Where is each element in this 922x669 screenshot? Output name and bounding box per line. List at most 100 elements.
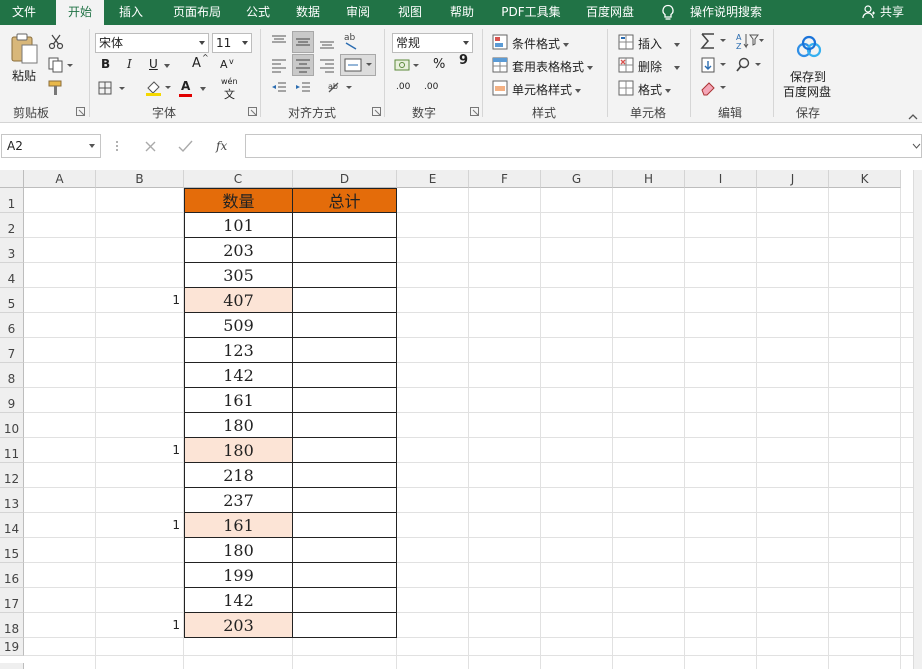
fill-color-icon[interactable] (145, 80, 173, 96)
total-cell[interactable] (292, 562, 397, 588)
quantity-cell[interactable]: 101 (184, 212, 293, 238)
tab-pdf-tools[interactable]: PDF工具集 (494, 0, 568, 25)
quantity-cell[interactable]: 180 (184, 437, 293, 463)
font-size-combo[interactable]: 11 (212, 33, 252, 53)
total-cell[interactable] (292, 237, 397, 263)
column-header[interactable]: F (469, 170, 541, 188)
font-color-dropdown-arrow[interactable] (200, 87, 206, 91)
cut-icon[interactable] (48, 34, 64, 50)
column-header[interactable]: D (293, 170, 397, 188)
total-cell[interactable] (292, 262, 397, 288)
format-cells-button[interactable]: 格式 (638, 81, 672, 98)
quantity-cell[interactable]: 161 (184, 387, 293, 413)
borders-icon[interactable] (98, 81, 128, 95)
paste-icon[interactable] (10, 33, 40, 65)
increase-indent-icon[interactable] (294, 80, 312, 96)
row-header[interactable]: 14 (0, 513, 24, 538)
row-header[interactable]: 20 (0, 663, 24, 669)
number-launcher-icon[interactable] (470, 107, 479, 116)
tab-baidu-netdisk[interactable]: 百度网盘 (578, 0, 642, 25)
text-direction-icon[interactable]: ab (326, 80, 356, 96)
vertical-scrollbar[interactable] (913, 170, 922, 669)
quantity-cell[interactable]: 305 (184, 262, 293, 288)
alignment-launcher-icon[interactable] (372, 107, 381, 116)
tell-me-search[interactable]: 操作说明搜索 (684, 0, 768, 25)
quantity-cell[interactable]: 142 (184, 587, 293, 613)
quantity-cell[interactable]: 203 (184, 237, 293, 263)
row-header[interactable]: 8 (0, 363, 24, 388)
clear-icon[interactable] (700, 80, 730, 96)
column-header[interactable]: I (685, 170, 757, 188)
worksheet-grid[interactable]: ABCDEFGHIJK 1 2 3 4 5 6 7 8 9 10 11 12 13 14 15 16 17 18 1… (0, 170, 922, 669)
align-top-icon[interactable] (270, 34, 288, 50)
total-cell[interactable] (292, 387, 397, 413)
name-box[interactable]: A2 (1, 134, 101, 158)
quantity-cell[interactable]: 180 (184, 412, 293, 438)
quantity-cell[interactable]: 199 (184, 562, 293, 588)
italic-button[interactable]: I (127, 57, 132, 71)
column-header[interactable]: G (541, 170, 613, 188)
underline-button[interactable]: U (149, 57, 158, 71)
row-header[interactable]: 15 (0, 538, 24, 563)
row-header[interactable]: 12 (0, 463, 24, 488)
delete-cells-button[interactable]: 删除 (638, 58, 681, 75)
quantity-cell[interactable]: 180 (184, 537, 293, 563)
baidu-cloud-icon[interactable] (794, 35, 824, 61)
quantity-cell[interactable]: 509 (184, 312, 293, 338)
decrease-decimal-button[interactable]: .00 (424, 82, 438, 92)
insert-function-button[interactable]: fx (216, 139, 227, 153)
tab-formulas[interactable]: 公式 (238, 0, 278, 25)
quantity-cell[interactable]: 142 (184, 362, 293, 388)
column-header[interactable]: E (397, 170, 469, 188)
row-header[interactable]: 10 (0, 413, 24, 438)
total-cell[interactable] (292, 337, 397, 363)
quantity-cell[interactable]: 203 (184, 612, 293, 638)
tab-page-layout[interactable]: 页面布局 (162, 0, 232, 25)
formula-input[interactable] (245, 134, 922, 158)
total-cell[interactable] (292, 287, 397, 313)
save-to-baidu-label-2[interactable]: 百度网盘 (783, 83, 831, 100)
row-header[interactable]: 3 (0, 238, 24, 263)
font-name-combo[interactable]: 宋体 (95, 33, 209, 53)
header-cell-total[interactable]: 总计 (292, 188, 397, 213)
bold-button[interactable]: B (101, 57, 110, 71)
cell-styles-button[interactable]: 单元格样式 (512, 81, 582, 98)
row-header[interactable]: 6 (0, 313, 24, 338)
shrink-font-button[interactable]: A (220, 58, 228, 71)
confirm-entry-icon[interactable] (178, 140, 193, 153)
row-header[interactable]: 18 (0, 613, 24, 638)
autosum-icon[interactable] (700, 32, 730, 50)
flag-cell[interactable]: 1 (96, 613, 180, 638)
row-header[interactable]: 1 (0, 188, 24, 213)
quantity-cell[interactable]: 407 (184, 287, 293, 313)
font-color-button[interactable]: A (181, 79, 190, 93)
quantity-cell[interactable]: 123 (184, 337, 293, 363)
comma-style-button[interactable]: 9 (459, 53, 468, 68)
row-header[interactable]: 7 (0, 338, 24, 363)
expand-formula-bar-icon[interactable] (912, 143, 921, 149)
tab-home[interactable]: 开始 (56, 0, 104, 25)
column-header[interactable]: J (757, 170, 829, 188)
accounting-format-icon[interactable] (394, 58, 420, 74)
total-cell[interactable] (292, 487, 397, 513)
tab-view[interactable]: 视图 (390, 0, 430, 25)
flag-cell[interactable]: 1 (96, 513, 180, 538)
conditional-formatting-button[interactable]: 条件格式 (512, 35, 570, 52)
tab-data[interactable]: 数据 (288, 0, 328, 25)
percent-style-button[interactable]: % (433, 57, 445, 72)
orientation-icon[interactable]: ab (342, 31, 364, 51)
sort-filter-icon[interactable]: AZ (736, 32, 764, 50)
flag-cell[interactable]: 1 (96, 438, 180, 463)
row-header[interactable]: 9 (0, 388, 24, 413)
column-header[interactable]: C (184, 170, 293, 188)
format-painter-icon[interactable] (48, 80, 66, 96)
grow-font-button[interactable]: A (192, 56, 201, 71)
fill-icon[interactable] (700, 56, 730, 74)
format-as-table-button[interactable]: 套用表格格式 (512, 58, 594, 75)
share-button[interactable]: 共享 (862, 0, 904, 25)
decrease-indent-icon[interactable] (270, 80, 288, 96)
quantity-cell[interactable]: 237 (184, 487, 293, 513)
tab-help[interactable]: 帮助 (442, 0, 482, 25)
total-cell[interactable] (292, 437, 397, 463)
row-header[interactable]: 2 (0, 213, 24, 238)
